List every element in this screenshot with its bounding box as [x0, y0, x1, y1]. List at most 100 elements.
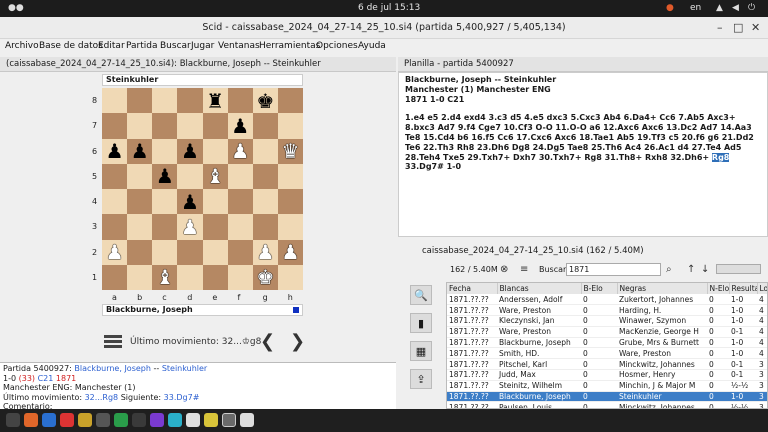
square-g5[interactable]: [252, 163, 278, 189]
column-header[interactable]: Lo: [757, 283, 767, 294]
power-icon[interactable]: ⏻: [748, 3, 755, 13]
next-move-link[interactable]: 33.Dg7#: [164, 393, 200, 402]
apps-icon[interactable]: [6, 413, 20, 427]
square-g7[interactable]: [252, 113, 278, 139]
table-row[interactable]: 1871.??.?? Smith, HD. 0 Ware, Preston 0 1-0 4: [447, 347, 767, 360]
square-c1[interactable]: ♝: [152, 264, 178, 290]
menu-base-de-datos[interactable]: Base de datos: [39, 41, 103, 51]
square-c2[interactable]: [152, 239, 178, 265]
chevron-left-icon[interactable]: ❮: [260, 331, 275, 352]
square-h2[interactable]: ♟: [277, 239, 303, 265]
menu-partida[interactable]: Partida: [126, 41, 158, 51]
square-b5[interactable]: [127, 163, 153, 189]
table-row[interactable]: 1871.??.?? Blackburne, Joseph 0 Grube, Mrs …: [447, 337, 767, 349]
column-header[interactable]: Resulta: [729, 283, 758, 294]
black-pawn-piece[interactable]: ♟: [106, 141, 124, 161]
white-player-link[interactable]: Blackburne, Joseph: [74, 364, 151, 373]
table-row[interactable]: 1871.??.?? Kleczynski, Jan 0 Winawer, Szymo…: [447, 315, 767, 327]
firefox-tray-icon[interactable]: ●: [666, 3, 674, 13]
square-b6[interactable]: ♟: [127, 138, 153, 164]
column-header[interactable]: N-Elo: [707, 283, 730, 294]
white-bishop-piece[interactable]: ♝: [156, 267, 174, 287]
table-row[interactable]: 1871.??.?? Paulsen, Louis 0 Minckwitz, Joha…: [447, 401, 767, 408]
white-pawn-piece[interactable]: ♟: [106, 242, 124, 262]
square-h1[interactable]: [277, 264, 303, 290]
square-d4[interactable]: ♟: [177, 189, 203, 215]
square-e3[interactable]: [202, 214, 228, 240]
square-d8[interactable]: [177, 88, 203, 114]
db-tab[interactable]: caissabase_2024_04_27-14_25_10.si4 (162 …: [398, 242, 768, 259]
board-icon[interactable]: ▦: [410, 341, 432, 361]
square-g1[interactable]: ♚: [252, 264, 278, 290]
square-c8[interactable]: [152, 88, 178, 114]
clock[interactable]: 6 de jul 15:13: [358, 3, 420, 13]
maximize-icon[interactable]: □: [733, 21, 743, 34]
volume-icon[interactable]: ◀: [732, 3, 739, 13]
square-a8[interactable]: [102, 88, 128, 114]
square-g4[interactable]: [252, 189, 278, 215]
square-b2[interactable]: [127, 239, 153, 265]
white-bishop-piece[interactable]: ♝: [206, 166, 224, 186]
square-h4[interactable]: [277, 189, 303, 215]
black-player-link[interactable]: Steinkuhler: [162, 364, 207, 373]
menu-editar[interactable]: Editar: [98, 41, 125, 51]
square-h6[interactable]: ♛: [277, 138, 303, 164]
white-pawn-piece[interactable]: ♟: [256, 242, 274, 262]
black-pawn-piece[interactable]: ♟: [131, 141, 149, 161]
square-g8[interactable]: ♚: [252, 88, 278, 114]
square-d2[interactable]: [177, 239, 203, 265]
square-d6[interactable]: ♟: [177, 138, 203, 164]
square-c5[interactable]: ♟: [152, 163, 178, 189]
square-a1[interactable]: [102, 264, 128, 290]
square-c4[interactable]: [152, 189, 178, 215]
zoom-slider[interactable]: [716, 264, 761, 274]
menu-buscar[interactable]: Buscar: [160, 41, 191, 51]
white-pawn-piece[interactable]: ♟: [231, 141, 249, 161]
app-icon-yellow[interactable]: [204, 413, 218, 427]
activities-icon[interactable]: ●●: [8, 3, 24, 13]
square-d7[interactable]: [177, 113, 203, 139]
square-g2[interactable]: ♟: [252, 239, 278, 265]
square-h8[interactable]: [277, 88, 303, 114]
square-g6[interactable]: [252, 138, 278, 164]
settings-icon[interactable]: [132, 413, 146, 427]
current-move[interactable]: Rg8: [711, 152, 730, 162]
sliders-icon[interactable]: ≡: [520, 264, 528, 275]
app-icon-red[interactable]: [60, 413, 74, 427]
column-header[interactable]: Negras: [617, 283, 708, 294]
square-a6[interactable]: ♟: [102, 138, 128, 164]
square-a5[interactable]: [102, 163, 128, 189]
square-a7[interactable]: [102, 113, 128, 139]
square-f8[interactable]: [227, 88, 253, 114]
square-b3[interactable]: [127, 214, 153, 240]
square-e7[interactable]: [202, 113, 228, 139]
square-e4[interactable]: [202, 189, 228, 215]
app-icon-purple[interactable]: [150, 413, 164, 427]
minimize-icon[interactable]: –: [717, 21, 723, 34]
export-icon[interactable]: ⇪: [410, 369, 432, 389]
planilla-tab[interactable]: Planilla - partida 5400927: [398, 57, 768, 72]
menu-archivo[interactable]: Archivo: [5, 41, 39, 51]
square-a4[interactable]: [102, 189, 128, 215]
stats-icon[interactable]: ▮: [410, 313, 432, 333]
menu-ventanas[interactable]: Ventanas: [218, 41, 260, 51]
network-icon[interactable]: ▲: [716, 3, 723, 13]
white-king-piece[interactable]: ♚: [256, 267, 274, 287]
table-row[interactable]: 1871.??.?? Pitschel, Karl 0 Minckwitz, Joha…: [447, 358, 767, 371]
close-icon[interactable]: ✕: [751, 21, 760, 34]
thunderbird-icon[interactable]: [42, 413, 56, 427]
square-g3[interactable]: [252, 214, 278, 240]
square-a3[interactable]: [102, 214, 128, 240]
app-icon-light[interactable]: [186, 413, 200, 427]
language-indicator[interactable]: en: [690, 3, 701, 13]
moves-text-tail[interactable]: 33.Dg7# 1-0: [405, 162, 461, 171]
chessboard[interactable]: ♜ ♚ ♟ ♟ ♟ ♟ ♟ ♛ ♟ ♝ ♟ ♟ ♟ ♟ ♟ ♝ ♚: [102, 88, 303, 290]
square-e5[interactable]: ♝: [202, 163, 228, 189]
square-e6[interactable]: [202, 138, 228, 164]
arrow-up-icon[interactable]: ↑: [687, 264, 695, 275]
square-h7[interactable]: [277, 113, 303, 139]
square-b7[interactable]: [127, 113, 153, 139]
square-c6[interactable]: [152, 138, 178, 164]
eco-code[interactable]: C21: [38, 374, 54, 383]
planilla-moves[interactable]: 1.e4 e5 2.d4 exd4 3.c3 d5 4.e5 dxc3 5.Cx…: [405, 113, 761, 172]
